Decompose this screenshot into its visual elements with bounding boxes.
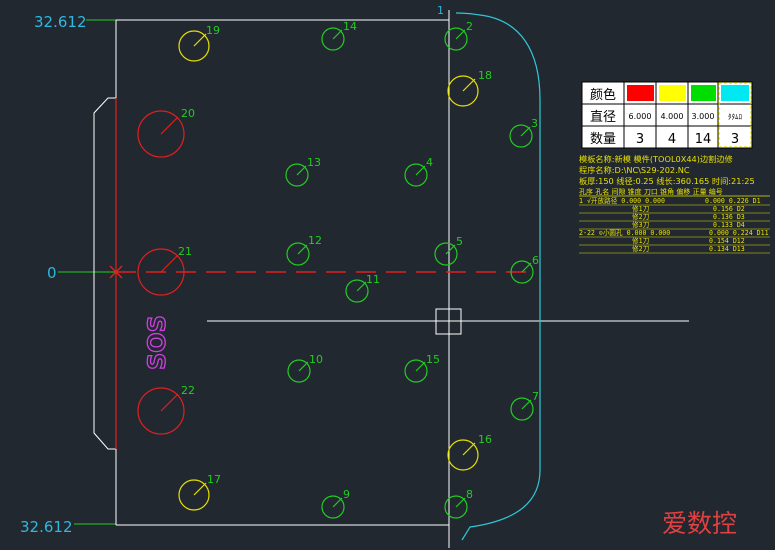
info-row-value: 0.154 D12 — [709, 237, 745, 245]
hole-label: 18 — [478, 69, 492, 82]
hole-label: 17 — [207, 473, 221, 486]
legend-swatch — [627, 85, 654, 101]
info-line: 程序名称:D:\NC\S29-202.NC — [579, 165, 690, 175]
watermark-text: 爱数控 — [662, 509, 737, 538]
legend-swatch — [659, 85, 686, 101]
legend-count: 3 — [636, 132, 644, 147]
info-row-value: 0.136 D3 — [713, 213, 745, 221]
hole-label: 11 — [366, 273, 380, 286]
hole-label: 2 — [466, 20, 473, 33]
edge-mark-label: 1 — [437, 4, 444, 17]
hole-label: 19 — [206, 24, 220, 37]
part-label-sos: SOS — [143, 315, 171, 370]
info-row: 修1刀 — [632, 236, 649, 245]
hole-label: 4 — [426, 156, 433, 169]
hole-label: 20 — [181, 107, 195, 120]
legend-diameter: ﾀﾀﾑﾛ — [728, 113, 742, 121]
legend-swatch — [691, 85, 716, 101]
hole-label: 6 — [532, 254, 539, 267]
hole-label: 9 — [343, 488, 350, 501]
dimension-bottom-value: 32.612 — [20, 518, 73, 536]
info-line: 板厚:150 线径:0.25 线长:360.165 时间:21:25 — [579, 176, 755, 186]
legend-diameter: 6.000 — [629, 112, 652, 121]
info-row-value: 0.000 0.226 D1 — [705, 197, 761, 205]
info-row: 2-22 ⊙小圆孔 0.000 0.000 — [579, 228, 670, 237]
info-line: 模板名称:新模 模件(TOOL0X44)边割边修 — [579, 154, 733, 164]
hole-label: 16 — [478, 433, 492, 446]
info-row: 修1刀 — [632, 204, 649, 213]
legend-diameter: 4.000 — [661, 112, 684, 121]
info-row-value: 0.156 D2 — [713, 205, 745, 213]
legend-row-label: 直径 — [590, 110, 616, 125]
hole-label: 5 — [456, 235, 463, 248]
legend-row-label: 数量 — [590, 132, 616, 147]
dimension-origin-value: 0 — [47, 264, 57, 282]
info-row: 修2刀 — [632, 212, 649, 221]
legend-table: 颜色 直径 数量 6.000 4.000 3.000 ﾀﾀﾑﾛ 3 4 14 3 — [581, 81, 753, 149]
hole-label: 7 — [532, 390, 539, 403]
hole-label: 22 — [181, 384, 195, 397]
cad-drawing-canvas: 32.612 32.612 0 1 2 3 4 5 6 7 8 9 10 11 … — [0, 0, 775, 550]
hole-label: 10 — [309, 353, 323, 366]
hole-label: 12 — [308, 234, 322, 247]
info-row: 修3刀 — [632, 220, 649, 229]
info-header: 孔序 孔名 间隙 锥度 刀口 锥角 偏移 正量 编号 — [579, 187, 723, 196]
dimension-top-value: 32.612 — [34, 13, 87, 31]
legend-count: 4 — [668, 132, 676, 147]
legend-row-label: 颜色 — [590, 87, 616, 103]
info-row-value: 0.133 D4 — [713, 221, 745, 229]
legend-swatch — [721, 85, 749, 101]
hole-label: 14 — [343, 20, 357, 33]
info-row-value: 0.000 0.224 D11 — [709, 229, 769, 237]
legend-count: 3 — [731, 132, 739, 147]
hole-label: 13 — [307, 156, 321, 169]
hole-label: 3 — [531, 117, 538, 130]
hole-label: 21 — [178, 245, 192, 258]
info-row: 1 √开放路径 0.000 0.000 — [579, 196, 665, 205]
info-row-value: 0.134 D13 — [709, 245, 745, 253]
legend-diameter: 3.000 — [692, 112, 715, 121]
info-row: 修2刀 — [632, 244, 649, 253]
hole-label: 15 — [426, 353, 440, 366]
legend-count: 14 — [695, 132, 712, 147]
hole-label: 8 — [466, 488, 473, 501]
